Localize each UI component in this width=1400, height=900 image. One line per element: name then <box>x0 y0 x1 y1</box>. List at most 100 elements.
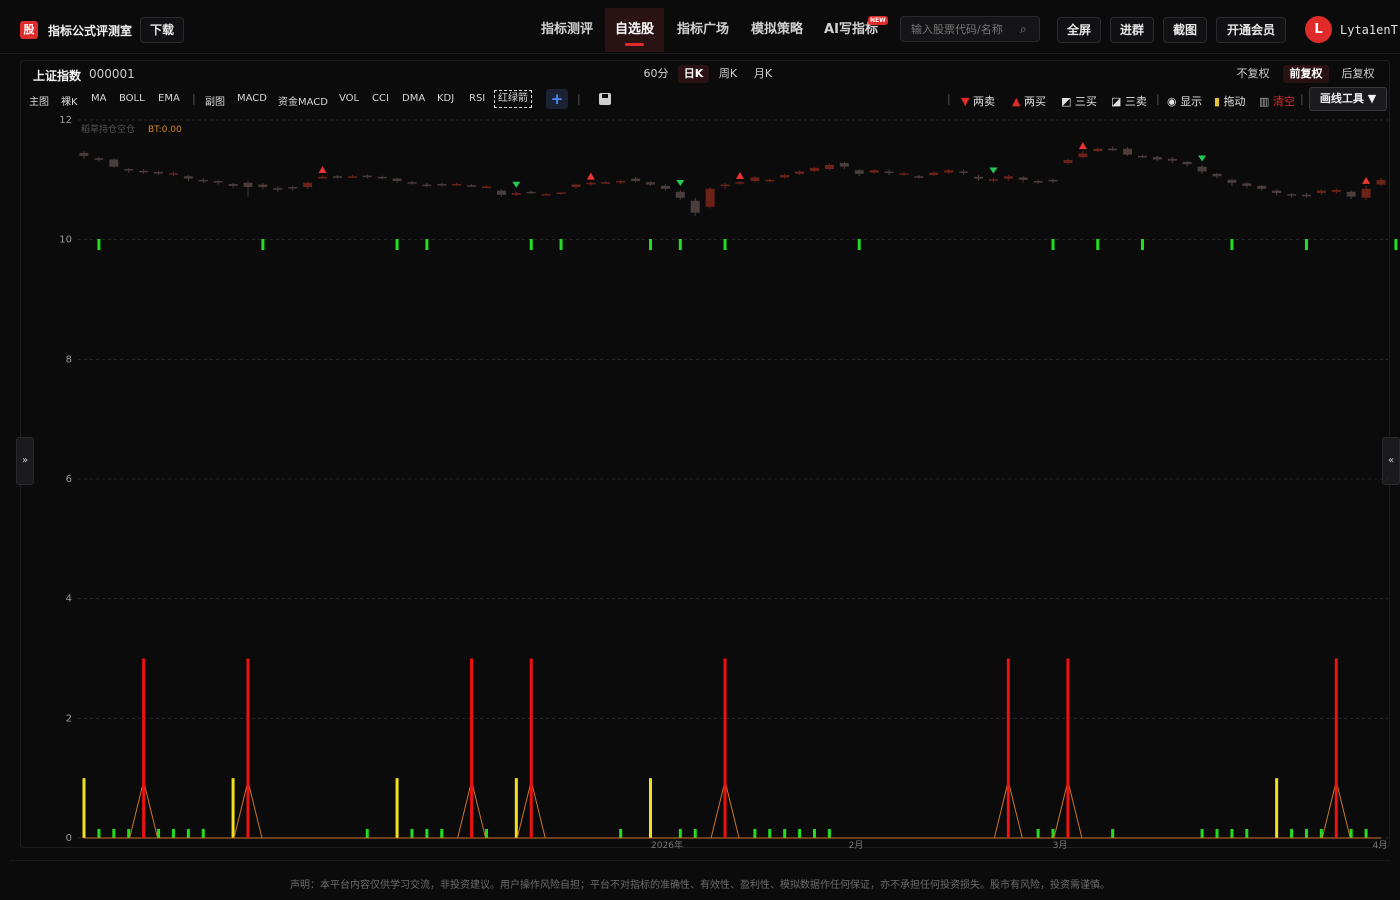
y-tick-label: 10 <box>59 235 72 246</box>
x-tick-label: 3月 <box>1053 840 1068 851</box>
candle-body <box>347 176 357 178</box>
yellow-bar <box>231 778 235 838</box>
candle-body <box>258 184 268 188</box>
green-bar <box>1111 829 1115 838</box>
green-bar <box>1036 829 1040 838</box>
candle-body <box>1108 148 1118 151</box>
candle-body <box>914 176 924 178</box>
candle-body <box>1346 191 1356 197</box>
yellow-bar <box>82 778 86 838</box>
candle-body <box>467 185 477 187</box>
candle-body <box>586 182 596 185</box>
sell-arrow-icon <box>1198 155 1207 162</box>
candle-body <box>1331 190 1341 192</box>
y-tick-label: 8 <box>66 354 72 365</box>
disclaimer: 声明：本平台内容仅供学习交流，非投资建议。用户操作风险自担；平台不对指标的准确性… <box>290 880 1110 891</box>
red-spike <box>142 658 146 838</box>
candle-body <box>973 176 983 179</box>
candle-body <box>1093 148 1103 152</box>
green-marker <box>857 239 861 250</box>
green-bar <box>753 829 757 838</box>
candle-body <box>332 176 342 178</box>
red-spike <box>529 658 533 838</box>
green-marker <box>559 239 563 250</box>
green-bar <box>171 829 175 838</box>
kline-chart[interactable]: 12 10 8 6 4 2 0 2026年 2月 3月 4月 稻草持仓空仓 BT:0.00 <box>0 0 1400 900</box>
candle-body <box>929 172 939 176</box>
candle-body <box>690 200 700 213</box>
candle-body <box>1152 157 1162 160</box>
candle-body <box>318 176 328 179</box>
red-spike <box>470 658 474 838</box>
candle-body <box>1048 179 1058 182</box>
candle-body <box>437 184 447 186</box>
candle-body <box>1376 179 1386 185</box>
candle-body <box>228 184 238 186</box>
green-marker <box>1230 239 1234 250</box>
green-marker <box>678 239 682 250</box>
y-tick-label: 12 <box>59 115 72 126</box>
red-spike <box>246 658 250 838</box>
green-marker <box>1051 239 1055 250</box>
candle-body <box>869 170 879 173</box>
candle-body <box>213 181 223 183</box>
candle-body <box>988 179 998 181</box>
green-bar <box>1215 829 1219 838</box>
x-tick-label: 2026年 <box>651 839 683 851</box>
candle-body <box>884 171 894 173</box>
sell-arrow-icon <box>512 181 521 188</box>
candle-body <box>1361 188 1371 198</box>
green-bar <box>1290 829 1294 838</box>
candle-body <box>1018 177 1028 180</box>
candle-body <box>452 184 462 186</box>
candle-body <box>377 176 387 179</box>
candle-body <box>1123 148 1133 155</box>
candle-body <box>899 173 909 175</box>
candle-body <box>1227 179 1237 183</box>
green-bar <box>186 829 190 838</box>
green-bar <box>425 829 429 838</box>
candle-body <box>79 152 89 156</box>
green-bar <box>365 829 369 838</box>
footer-divider <box>10 860 1390 861</box>
green-bar <box>812 829 816 838</box>
candle-body <box>809 167 819 171</box>
candle-body <box>1167 158 1177 161</box>
candle-body <box>601 182 611 184</box>
candle-body <box>303 182 313 188</box>
green-bar <box>97 829 101 838</box>
candle-body <box>482 186 492 188</box>
green-bar <box>783 829 787 838</box>
candle-body <box>660 185 670 189</box>
candle-body <box>139 170 149 173</box>
candle-body <box>243 182 253 188</box>
y-tick-label: 0 <box>66 833 72 844</box>
green-bar <box>678 829 682 838</box>
x-tick-label: 2月 <box>849 840 864 851</box>
sell-arrow-icon <box>989 167 998 174</box>
candle-body <box>168 173 178 175</box>
candle-body <box>1182 161 1192 165</box>
green-bar <box>1200 829 1204 838</box>
candle-body <box>109 159 119 167</box>
yellow-bar <box>514 778 518 838</box>
legend-label: 稻草持仓空仓 <box>81 123 135 135</box>
green-marker <box>425 239 429 250</box>
buy-arrow-icon <box>735 172 744 180</box>
buy-arrow-icon <box>586 172 595 180</box>
candle-body <box>944 170 954 173</box>
candle-body <box>735 182 745 184</box>
candle-body <box>1212 173 1222 177</box>
yellow-bar <box>649 778 653 838</box>
candle-body <box>765 179 775 182</box>
candle-body <box>571 184 581 188</box>
candle-body <box>1197 166 1207 172</box>
green-bar <box>798 829 802 838</box>
candle-body <box>511 192 521 195</box>
green-bar <box>440 829 444 838</box>
candle-body <box>273 188 283 190</box>
green-marker <box>1096 239 1100 250</box>
green-marker <box>1394 239 1398 250</box>
red-spike <box>1334 658 1338 838</box>
green-marker <box>723 239 727 250</box>
